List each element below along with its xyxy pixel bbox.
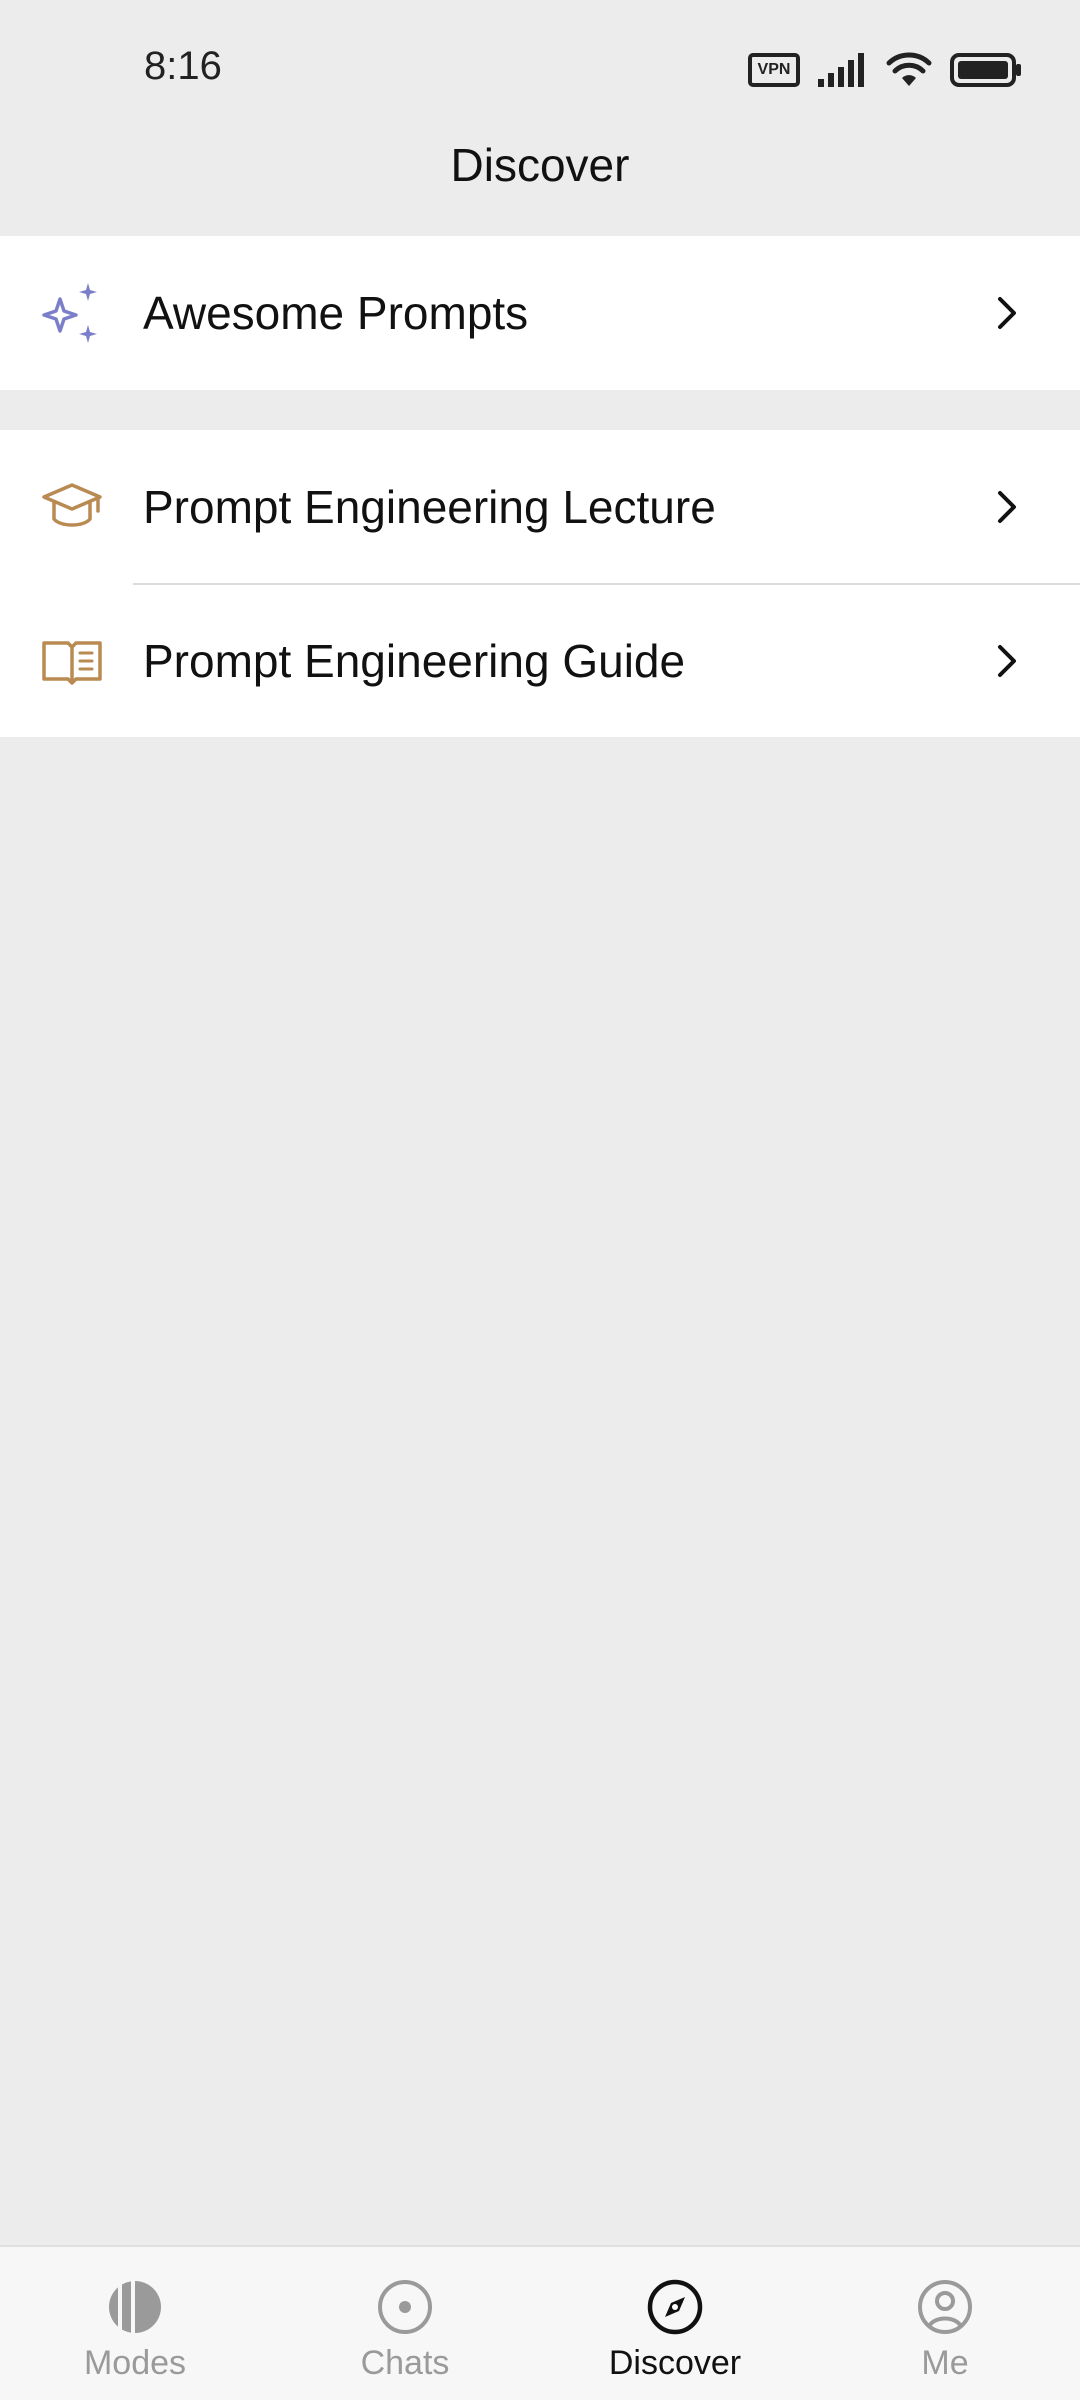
discover-screen: 8:16 VPN Discover Awesome Prompts Prompt…	[0, 0, 1080, 2400]
list-item-prompt-engineering-lecture[interactable]: Prompt Engineering Lecture	[0, 430, 1080, 584]
status-icons: VPN	[748, 50, 1022, 90]
graduation-cap-icon	[42, 483, 102, 527]
nav-tab-me[interactable]: Me	[810, 2247, 1080, 2400]
list-item-label: Prompt Engineering Guide	[143, 635, 686, 687]
open-book-icon	[42, 641, 102, 685]
sparkles-icon	[42, 283, 97, 343]
list-group-1: Awesome Prompts	[0, 236, 1080, 390]
chevron-right-icon	[998, 297, 1016, 329]
profile-icon	[918, 2280, 972, 2334]
signal-icon	[818, 53, 864, 87]
chevron-right-icon	[998, 645, 1016, 677]
nav-tab-discover[interactable]: Discover	[540, 2247, 810, 2400]
nav-label: Me	[921, 2344, 969, 2382]
list-item-awesome-prompts[interactable]: Awesome Prompts	[0, 236, 1080, 390]
list-item-label: Prompt Engineering Lecture	[143, 481, 716, 533]
chevron-right-icon	[998, 491, 1016, 523]
wifi-icon	[886, 52, 932, 86]
bottom-nav: Modes Chats Discover Me	[0, 2245, 1080, 2400]
nav-tab-modes[interactable]: Modes	[0, 2247, 270, 2400]
nav-label: Modes	[83, 2344, 187, 2382]
nav-label: Chats	[360, 2344, 450, 2382]
vpn-icon: VPN	[748, 53, 800, 87]
nav-label: Discover	[608, 2344, 742, 2382]
list-item-prompt-engineering-guide[interactable]: Prompt Engineering Guide	[0, 584, 1080, 738]
compass-icon	[647, 2279, 703, 2335]
status-time: 8:16	[144, 44, 222, 88]
page-title: Discover	[450, 139, 630, 191]
chats-icon	[378, 2280, 432, 2334]
nav-tab-chats[interactable]: Chats	[270, 2247, 540, 2400]
battery-icon	[950, 53, 1021, 87]
modes-icon	[109, 2281, 161, 2333]
status-bar: 8:16 VPN	[0, 0, 1080, 130]
list-item-label: Awesome Prompts	[143, 287, 529, 339]
list-group-2: Prompt Engineering Lecture Prompt Engine…	[0, 430, 1080, 737]
